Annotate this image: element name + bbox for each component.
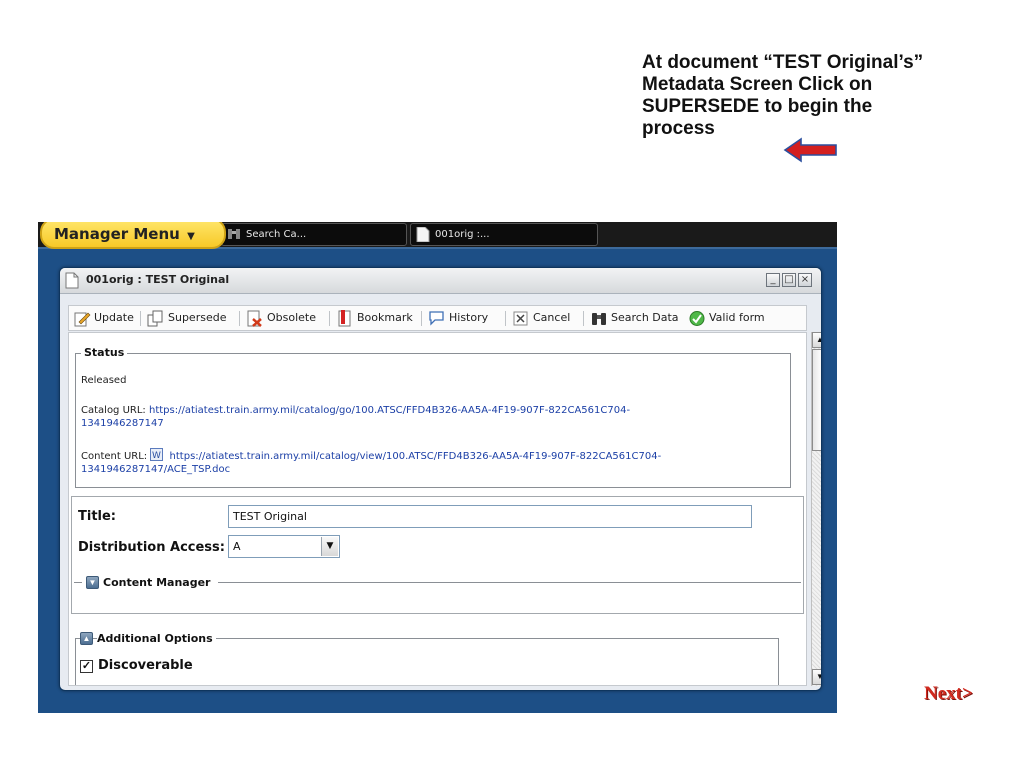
speech-bubble-icon: [429, 311, 444, 326]
distribution-access-label: Distribution Access:: [78, 540, 225, 555]
scroll-up-arrow-icon[interactable]: ▲: [812, 332, 821, 348]
catalog-url-label: Catalog URL:: [81, 405, 146, 416]
next-button[interactable]: Next>: [924, 683, 973, 705]
supersede-icon: [147, 310, 163, 327]
divider: [218, 582, 801, 583]
binoculars-icon: [228, 229, 240, 239]
bookmark-label: Bookmark: [357, 311, 413, 324]
status-value: Released: [81, 375, 127, 386]
distribution-access-select[interactable]: A ▼: [228, 535, 340, 558]
metadata-window: 001orig : TEST Original _ □ × Update Sup…: [59, 267, 822, 691]
taskbar: Search Ca... 001orig :... Manager Menu ▼: [38, 222, 837, 249]
toolbar-separator: [329, 311, 330, 326]
toolbar-separator: [583, 311, 584, 326]
manager-menu-button[interactable]: Manager Menu ▼: [40, 222, 226, 249]
instruction-note: At document “TEST Original’s” Metadata S…: [642, 52, 1002, 140]
search-data-label: Search Data: [611, 311, 679, 324]
discoverable-checkbox[interactable]: ✓: [80, 660, 93, 673]
task-search-catalog[interactable]: Search Ca...: [221, 223, 407, 246]
additional-options-title: Additional Options: [97, 632, 216, 645]
chevron-down-icon[interactable]: ▼: [321, 537, 338, 556]
toolbar-separator: [421, 311, 422, 326]
instruction-line-3: SUPERSEDE to begin the: [642, 96, 873, 117]
catalog-url-link[interactable]: https://atiatest.train.army.mil/catalog/…: [149, 405, 630, 416]
content-url-label: Content URL:: [81, 451, 148, 462]
window-titlebar[interactable]: 001orig : TEST Original _ □ ×: [60, 268, 821, 294]
obsolete-button[interactable]: Obsolete: [246, 310, 316, 328]
content-manager-title: Content Manager: [103, 576, 211, 589]
application-screenshot: Search Ca... 001orig :... Manager Menu ▼…: [38, 222, 837, 713]
document-properties-section: Title: TEST Original Distribution Access…: [71, 496, 804, 614]
supersede-label: Supersede: [168, 311, 227, 324]
toolbar-separator: [140, 311, 141, 326]
update-button[interactable]: Update: [73, 310, 134, 328]
status-section: Status Released Catalog URL: https://ati…: [75, 346, 791, 488]
valid-form-indicator: Valid form: [688, 310, 765, 328]
title-label: Title:: [78, 509, 117, 524]
bookmark-icon: [338, 310, 351, 327]
cancel-button[interactable]: Cancel: [512, 310, 570, 328]
scrollbar-thumb[interactable]: [812, 349, 821, 451]
pencil-icon: [74, 312, 91, 327]
distribution-access-value: A: [233, 540, 241, 553]
caret-down-icon: ▼: [187, 231, 195, 242]
search-data-button[interactable]: Search Data: [590, 310, 679, 328]
cancel-x-icon: [513, 311, 528, 326]
check-circle-icon: [689, 311, 705, 326]
obsolete-label: Obsolete: [267, 311, 317, 324]
valid-form-label: Valid form: [709, 311, 765, 324]
svg-text:W: W: [152, 451, 161, 461]
discoverable-label: Discoverable: [98, 658, 193, 673]
toolbar-separator: [239, 311, 240, 326]
vertical-scrollbar[interactable]: ▲ ▼: [811, 332, 821, 686]
window-title: 001orig : TEST Original: [86, 273, 230, 286]
catalog-url-row: Catalog URL: https://atiatest.train.army…: [81, 404, 630, 430]
expand-toggle-icon[interactable]: ▲: [80, 632, 93, 645]
supersede-button[interactable]: Supersede: [147, 310, 226, 328]
update-label: Update: [94, 311, 134, 324]
task-001orig[interactable]: 001orig :...: [410, 223, 598, 246]
divider: [74, 582, 82, 583]
content-url-link-cont[interactable]: 1341946287147/ACE_TSP.doc: [81, 464, 230, 475]
close-button[interactable]: ×: [798, 273, 812, 287]
task-label: Search Ca...: [246, 229, 307, 240]
maximize-button[interactable]: □: [782, 273, 796, 287]
bookmark-button[interactable]: Bookmark: [336, 310, 413, 328]
instruction-line-2: Metadata Screen Click on: [642, 74, 873, 95]
toolbar-separator: [505, 311, 506, 326]
document-icon: [65, 272, 79, 289]
status-legend: Status: [81, 346, 128, 359]
cancel-label: Cancel: [533, 311, 571, 324]
obsolete-icon: [247, 310, 262, 327]
instruction-line-1: At document “TEST Original’s”: [642, 52, 924, 73]
collapse-toggle-icon[interactable]: ▼: [86, 576, 99, 589]
document-icon: [416, 227, 430, 242]
red-arrow-pointer-icon: [783, 137, 837, 163]
history-label: History: [449, 311, 489, 324]
catalog-url-link-cont[interactable]: 1341946287147: [81, 418, 164, 429]
title-input[interactable]: TEST Original: [228, 505, 752, 528]
scroll-down-arrow-icon[interactable]: ▼: [812, 669, 821, 685]
task-label: 001orig :...: [435, 229, 490, 240]
manager-menu-label: Manager Menu: [54, 225, 180, 243]
content-url-row: Content URL: W https://atiatest.train.ar…: [81, 448, 661, 476]
word-document-icon: W: [150, 448, 164, 461]
minimize-button[interactable]: _: [766, 273, 780, 287]
binoculars-icon: [592, 313, 606, 325]
additional-options-section: ▲ Additional Options ✓ Discoverable: [75, 632, 779, 685]
history-button[interactable]: History: [428, 310, 488, 328]
content-url-link[interactable]: https://atiatest.train.army.mil/catalog/…: [170, 451, 662, 462]
metadata-form-area: Status Released Catalog URL: https://ati…: [68, 332, 807, 686]
toolbar: Update Supersede Obsolete Bookmark Histo…: [68, 305, 807, 331]
